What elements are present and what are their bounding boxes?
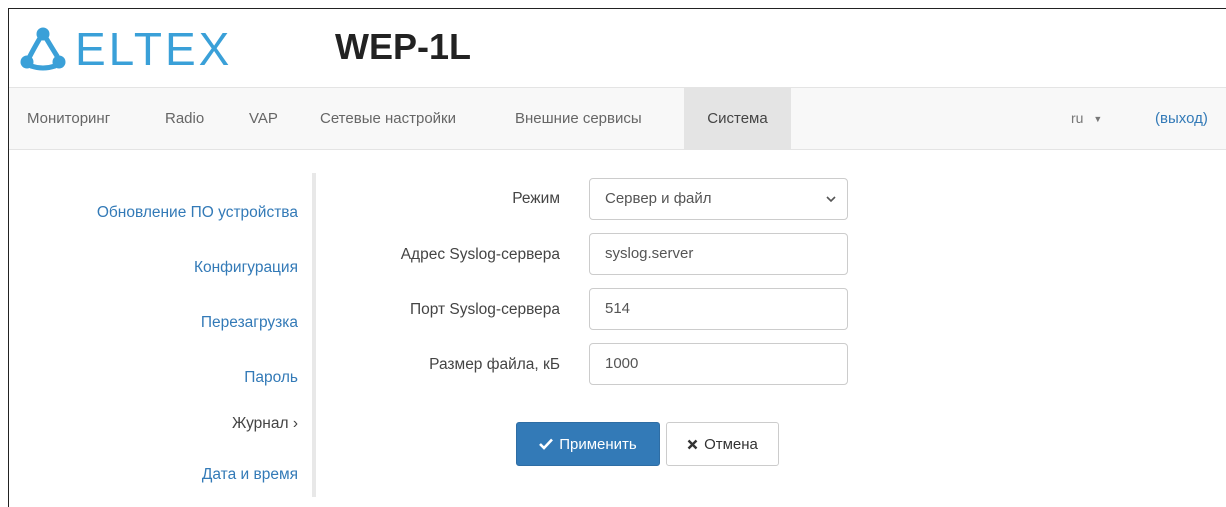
chevron-down-icon [826, 196, 836, 203]
sidebar-menu: Обновление ПО устройства Конфигурация Пе… [41, 173, 316, 497]
check-icon [539, 438, 554, 450]
sidebar-item-configuration[interactable]: Конфигурация [194, 259, 298, 277]
times-icon [687, 439, 698, 449]
sidebar-item-reboot[interactable]: Перезагрузка [201, 314, 298, 332]
header: ELTEX WEP-1L [9, 9, 1226, 87]
mode-label: Режим [512, 190, 560, 207]
top-navbar: Мониторинг Radio VAP Сетевые настройки В… [9, 87, 1226, 150]
syslog-address-label: Адрес Syslog-сервера [400, 246, 560, 263]
language-label: ru [1071, 110, 1084, 126]
apply-button-label: Применить [559, 435, 637, 453]
apply-button[interactable]: Применить [516, 422, 660, 466]
nav-item-monitoring[interactable]: Мониторинг [9, 88, 128, 149]
language-dropdown[interactable]: ru ▼ [1071, 88, 1102, 149]
syslog-port-label: Порт Syslog-сервера [409, 301, 560, 318]
nav-item-system[interactable]: Система [684, 88, 791, 149]
nav-item-vap[interactable]: VAP [231, 88, 296, 149]
sidebar-item-log[interactable]: Журнал › [232, 415, 298, 433]
mode-select-value: Сервер и файл [605, 190, 712, 207]
caret-down-icon: ▼ [1093, 114, 1103, 124]
nav-item-external-services[interactable]: Внешние сервисы [497, 88, 660, 149]
syslog-address-input[interactable]: syslog.server [589, 233, 848, 275]
app-frame: ELTEX WEP-1L Мониторинг Radio VAP Сетевы… [8, 8, 1226, 507]
eltex-logo-icon [20, 27, 66, 71]
file-size-input[interactable]: 1000 [589, 343, 848, 385]
sidebar-item-date-time[interactable]: Дата и время [202, 466, 298, 484]
logout-link[interactable]: (выход) [1155, 88, 1208, 149]
sidebar-item-password[interactable]: Пароль [244, 369, 298, 387]
nav-item-network-settings[interactable]: Сетевые настройки [302, 88, 474, 149]
file-size-label: Размер файла, кБ [429, 356, 560, 373]
nav-item-radio[interactable]: Radio [147, 88, 222, 149]
sidebar-item-firmware-update[interactable]: Обновление ПО устройства [97, 204, 298, 222]
syslog-port-input[interactable]: 514 [589, 288, 848, 330]
mode-select[interactable]: Сервер и файл [589, 178, 848, 220]
cancel-button[interactable]: Отмена [666, 422, 779, 466]
logo-text: ELTEX [75, 23, 233, 75]
device-title: WEP-1L [335, 26, 472, 67]
eltex-logo[interactable]: ELTEX [19, 23, 232, 75]
cancel-button-label: Отмена [704, 435, 758, 453]
